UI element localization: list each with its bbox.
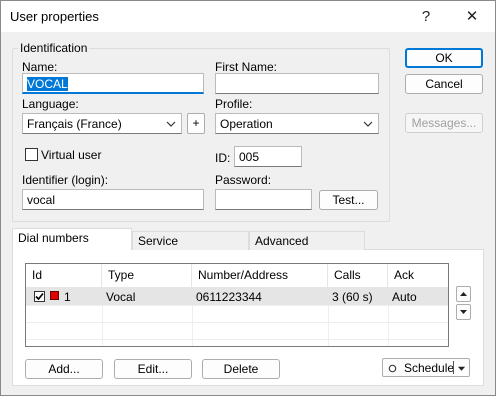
cancel-button[interactable]: Cancel [405, 74, 483, 94]
virtual-user-checkbox[interactable] [25, 148, 38, 161]
schedule-label: Schedule [404, 361, 455, 375]
column-header-type[interactable]: Type [102, 264, 192, 288]
identification-group-label: Identification [18, 41, 90, 55]
row-id-cell: 1 [26, 288, 102, 305]
test-button[interactable]: Test... [319, 190, 378, 210]
tab-advanced[interactable]: Advanced [249, 231, 365, 250]
grid-line [26, 339, 448, 340]
column-header-calls[interactable]: Calls [328, 264, 388, 288]
move-down-button[interactable] [456, 304, 471, 320]
move-up-button[interactable] [456, 286, 471, 302]
row-id: 1 [64, 290, 71, 304]
chevron-down-icon [363, 121, 373, 127]
delete-button[interactable]: Delete [202, 359, 280, 379]
row-number: 0611223344 [196, 290, 262, 304]
identifier-field[interactable]: vocal [22, 189, 204, 210]
column-header-id[interactable]: Id [26, 264, 102, 288]
grid-line [26, 305, 448, 306]
tab-service[interactable]: Service [132, 231, 249, 250]
user-properties-dialog: User properties ? ✕ Identification Name:… [0, 0, 496, 396]
password-label: Password: [215, 173, 272, 187]
check-icon [35, 292, 44, 301]
language-select[interactable]: Français (France) [22, 113, 182, 134]
split-divider [453, 361, 454, 374]
row-type: Vocal [106, 290, 136, 304]
profile-value: Operation [220, 117, 273, 131]
grid-line [26, 322, 448, 323]
dropdown-arrow-icon[interactable] [457, 364, 466, 373]
row-color-marker [50, 291, 59, 300]
column-header-ack[interactable]: Ack [388, 264, 448, 288]
window-title: User properties [10, 9, 99, 24]
row-enabled-checkbox[interactable] [34, 291, 45, 302]
name-field-value: VOCAL [27, 77, 68, 91]
arrow-down-icon [460, 310, 467, 314]
help-button[interactable]: ? [403, 1, 449, 32]
identifier-label: Identifier (login): [22, 173, 109, 187]
list-header: Id Type Number/Address Calls Ack [26, 264, 448, 288]
messages-button[interactable]: Messages... [405, 113, 483, 133]
close-button[interactable]: ✕ [449, 1, 495, 32]
row-ack: Auto [392, 290, 417, 304]
title-bar: User properties ? ✕ [1, 1, 495, 32]
profile-select[interactable]: Operation [215, 113, 379, 134]
column-header-number[interactable]: Number/Address [192, 264, 328, 288]
add-button[interactable]: Add... [25, 359, 103, 379]
arrow-up-icon [460, 292, 467, 296]
tab-dial-numbers[interactable]: Dial numbers [12, 228, 132, 250]
row-calls: 3 (60 s) [332, 290, 373, 304]
ok-button[interactable]: OK [405, 48, 483, 68]
identifier-value: vocal [27, 193, 56, 207]
language-label: Language: [22, 97, 79, 111]
first-name-field[interactable] [215, 73, 379, 94]
edit-button[interactable]: Edit... [114, 359, 192, 379]
name-field[interactable]: VOCAL [22, 73, 204, 94]
table-row[interactable]: 1 Vocal 0611223344 3 (60 s) Auto [26, 288, 448, 305]
id-field[interactable]: 005 [234, 146, 302, 167]
name-label: Name: [22, 60, 58, 74]
id-label: ID: [215, 151, 231, 165]
schedule-split-button[interactable]: Schedule [382, 358, 470, 377]
profile-label: Profile: [215, 97, 253, 111]
id-value: 005 [239, 150, 260, 164]
password-field[interactable] [215, 189, 312, 210]
first-name-label: First Name: [215, 60, 278, 74]
virtual-user-label: Virtual user [41, 148, 102, 162]
clock-icon [388, 364, 397, 373]
add-language-button[interactable]: + [187, 113, 205, 134]
dial-numbers-list[interactable]: Id Type Number/Address Calls Ack 1 Vocal… [25, 263, 449, 347]
language-value: Français (France) [27, 117, 122, 131]
chevron-down-icon [166, 121, 176, 127]
